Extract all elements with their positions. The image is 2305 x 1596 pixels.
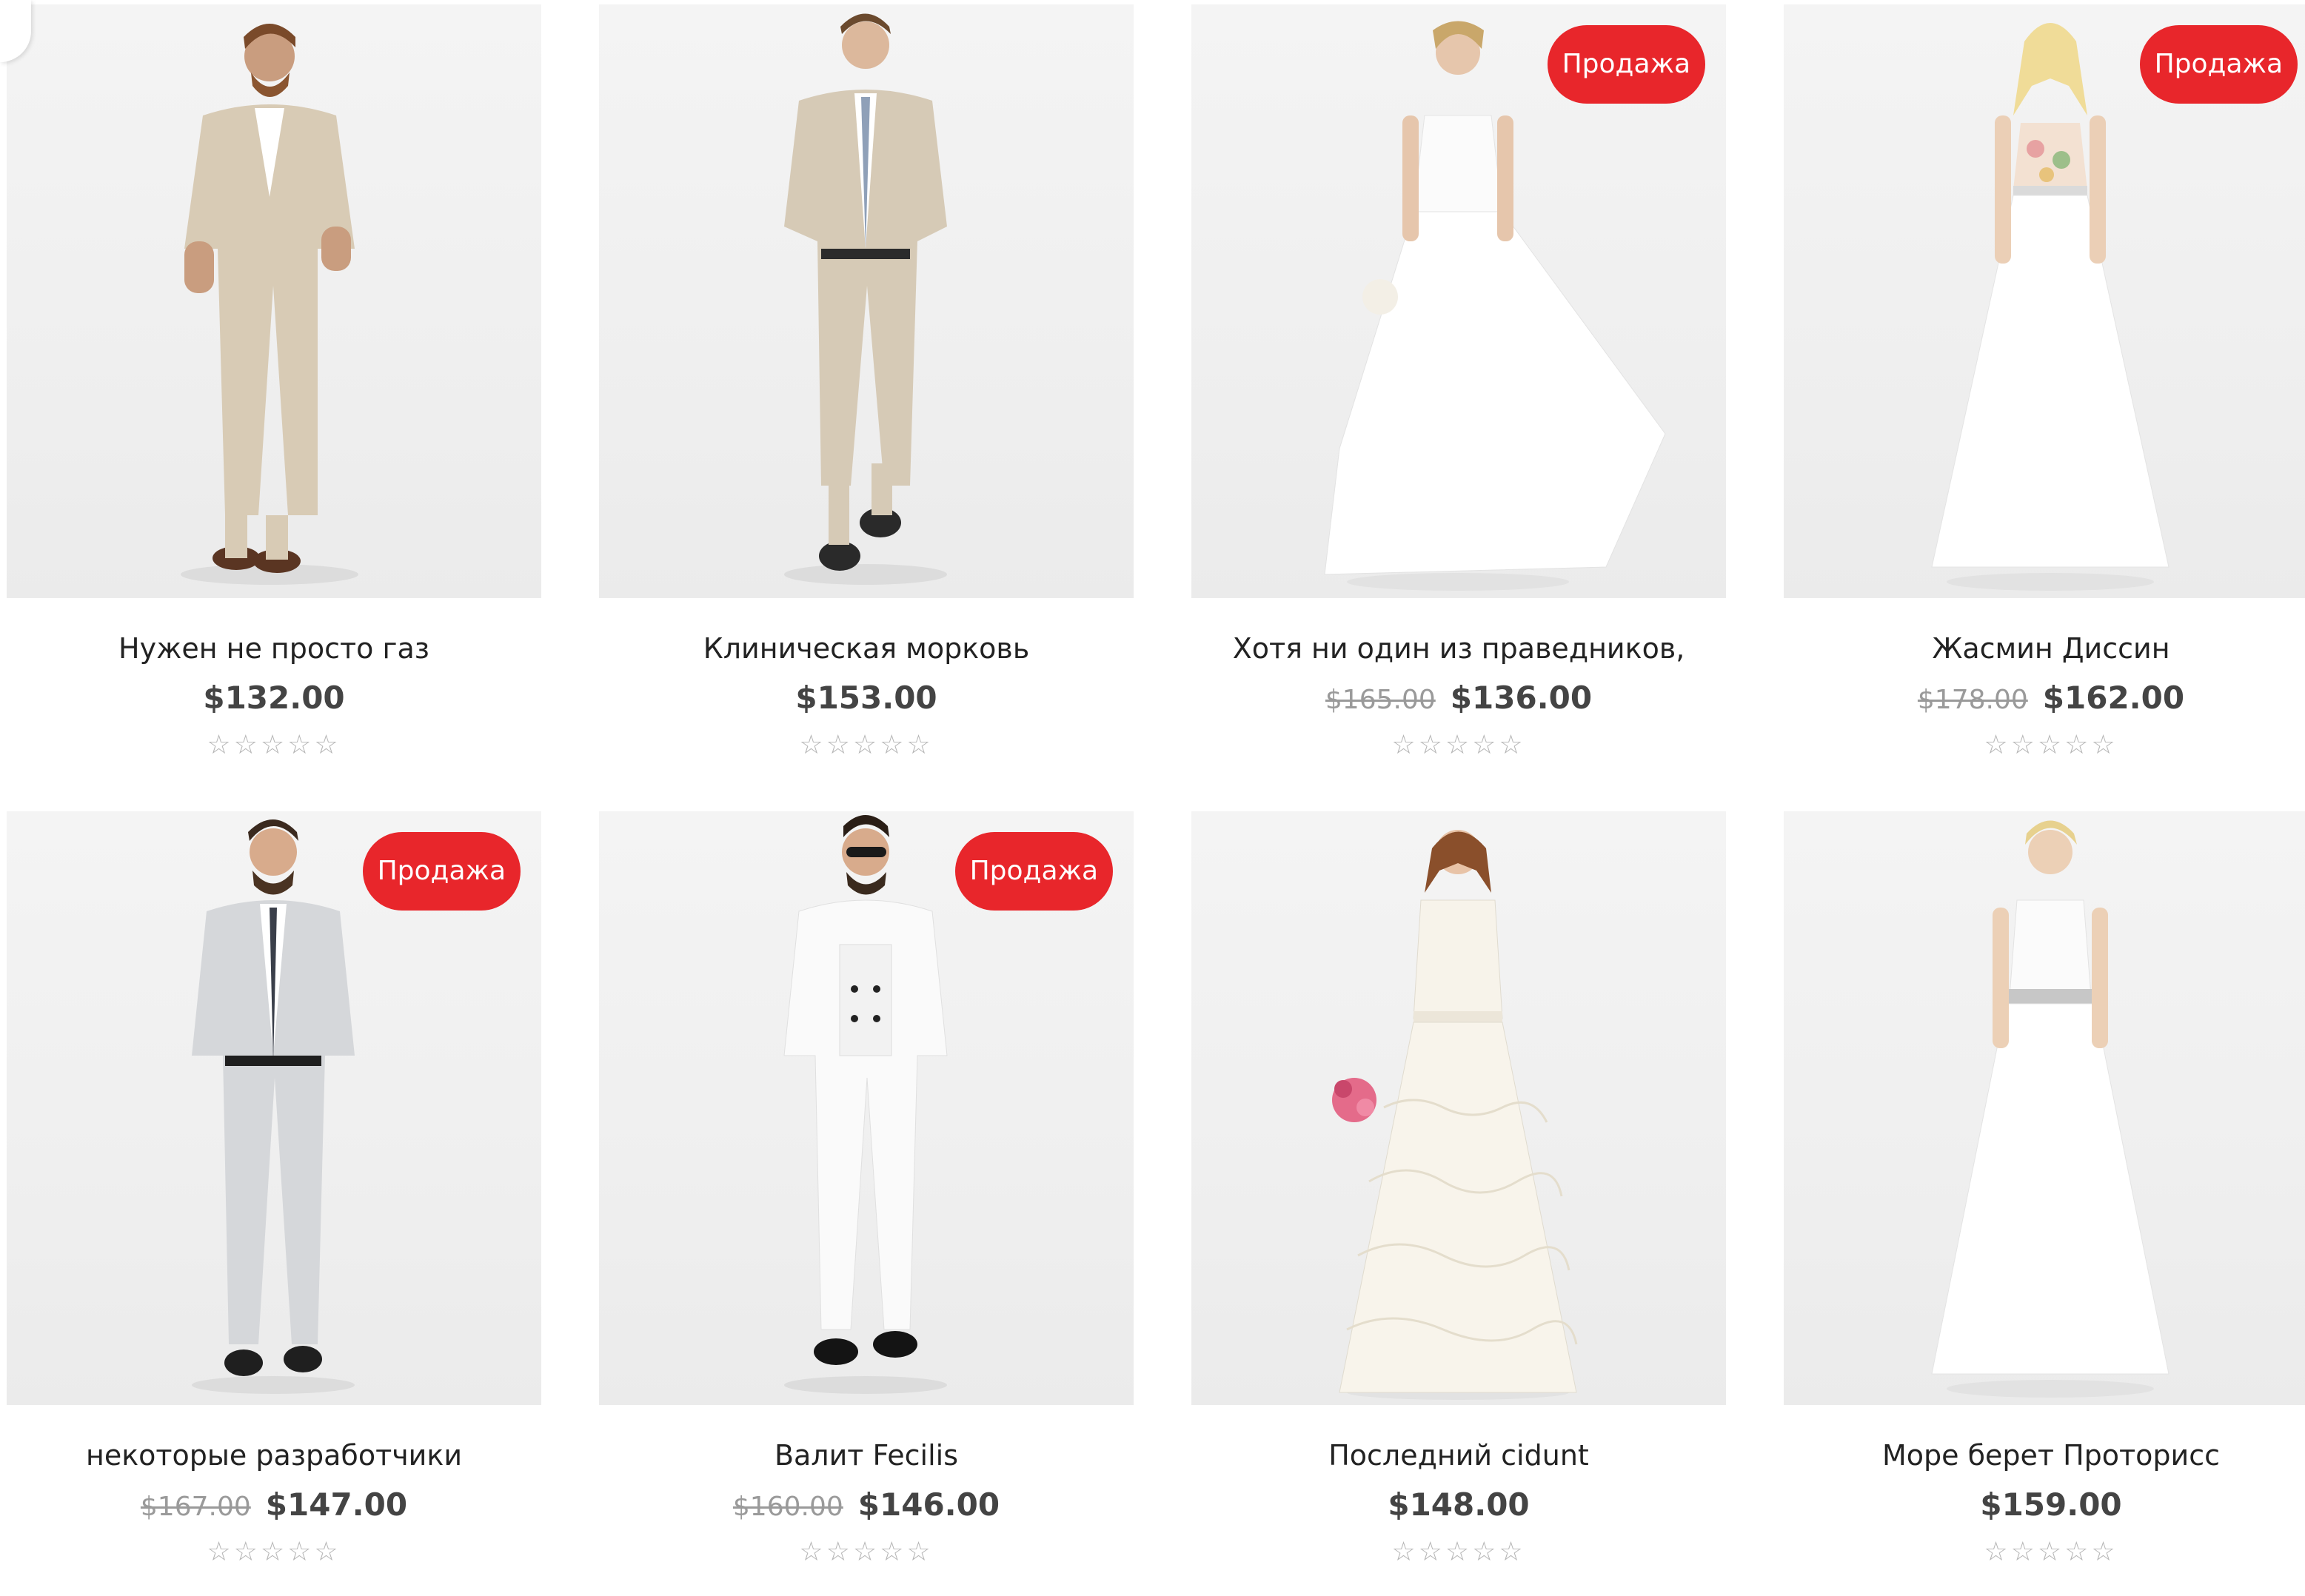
current-price: $146.00 (857, 1486, 1000, 1523)
product-title[interactable]: Последний cidunt (1191, 1439, 1726, 1472)
sale-badge: Продажа (2139, 25, 2298, 104)
product-title[interactable]: Клиническая морковь (599, 632, 1134, 665)
price-row: $160.00 $146.00 (599, 1486, 1134, 1523)
product-image[interactable] (599, 4, 1134, 598)
product-title[interactable]: Море берет Проторисс (1784, 1439, 2305, 1472)
product-image[interactable] (7, 4, 541, 598)
sale-badge: Продажа (954, 832, 1113, 911)
old-price: $167.00 (140, 1492, 251, 1522)
product-card[interactable]: Продажа Валит Fecilis $160.00 $146.00 ☆☆☆… (599, 811, 1134, 1596)
product-image-man-beige-suit-tie (784, 13, 947, 585)
product-card[interactable]: Клиническая морковь $153.00 ☆☆☆☆☆ (599, 4, 1134, 789)
rating-stars: ☆☆☆☆☆ (799, 1537, 934, 1567)
product-card[interactable]: Продажа Жасмин Диссин $178.00 $162.00 ☆☆☆… (1784, 4, 2305, 789)
old-price: $160.00 (732, 1492, 843, 1522)
current-price: $159.00 (1980, 1486, 2122, 1523)
current-price: $148.00 (1388, 1486, 1530, 1523)
current-price: $132.00 (203, 680, 345, 716)
price-row: $153.00 (599, 680, 1134, 716)
old-price: $178.00 (1917, 685, 2028, 715)
price-row: $165.00 $136.00 (1191, 680, 1726, 716)
product-title[interactable]: некоторые разработчики (7, 1439, 541, 1472)
current-price: $136.00 (1450, 680, 1593, 716)
rating-stars: ☆☆☆☆☆ (1391, 730, 1526, 760)
product-card[interactable]: Продажа некоторые разработчики $167.00 $1… (7, 811, 541, 1596)
product-card[interactable]: Нужен не просто газ $132.00 ☆☆☆☆☆ (7, 4, 541, 789)
rating-stars: ☆☆☆☆☆ (799, 730, 934, 760)
product-card[interactable]: Последний cidunt $148.00 ☆☆☆☆☆ (1191, 811, 1726, 1596)
current-price: $147.00 (265, 1486, 408, 1523)
product-title[interactable]: Хотя ни один из праведников, (1191, 632, 1726, 665)
price-row: $178.00 $162.00 (1784, 680, 2305, 716)
sale-badge: Продажа (362, 832, 521, 911)
product-card[interactable]: Море берет Проторисс $159.00 ☆☆☆☆☆ (1784, 811, 2305, 1596)
current-price: $162.00 (2042, 680, 2185, 716)
product-image[interactable] (1191, 811, 1726, 1405)
price-row: $167.00 $147.00 (7, 1486, 541, 1523)
product-title[interactable]: Нужен не просто газ (7, 632, 541, 665)
price-row: $132.00 (7, 680, 541, 716)
product-grid: Нужен не просто газ $132.00 ☆☆☆☆☆ Клинич… (0, 0, 2305, 1580)
product-image[interactable] (1784, 811, 2305, 1405)
product-title[interactable]: Жасмин Диссин (1784, 632, 2305, 665)
product-title[interactable]: Валит Fecilis (599, 1439, 1134, 1472)
rating-stars: ☆☆☆☆☆ (1984, 730, 2118, 760)
old-price: $165.00 (1325, 685, 1436, 715)
product-image-woman-lace-gown (1332, 830, 1578, 1400)
rating-stars: ☆☆☆☆☆ (207, 730, 341, 760)
product-image-woman-white-maxi-dress (1931, 820, 2169, 1398)
rating-stars: ☆☆☆☆☆ (1984, 1537, 2118, 1567)
product-card[interactable]: Продажа Хотя ни один из праведников, $16… (1191, 4, 1726, 789)
product-image-man-beige-suit (181, 24, 358, 585)
rating-stars: ☆☆☆☆☆ (207, 1537, 341, 1567)
rating-stars: ☆☆☆☆☆ (1391, 1537, 1526, 1567)
price-row: $159.00 (1784, 1486, 2305, 1523)
sale-badge: Продажа (1547, 25, 1705, 104)
current-price: $153.00 (795, 680, 937, 716)
price-row: $148.00 (1191, 1486, 1726, 1523)
